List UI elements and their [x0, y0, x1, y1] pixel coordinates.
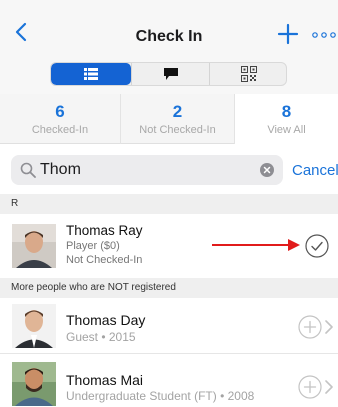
search-input[interactable]	[40, 161, 250, 179]
more-dots-icon[interactable]	[311, 31, 338, 39]
plus-icon[interactable]	[276, 22, 300, 46]
view-all-count: 8	[281, 102, 292, 121]
tab-view-all[interactable]: 8 View All	[234, 94, 338, 144]
search-field[interactable]	[11, 155, 283, 185]
not-checked-in-count: 2	[172, 102, 183, 121]
qr-code-icon	[240, 66, 257, 82]
checked-in-label: Checked-In	[31, 124, 89, 136]
chevron-right-icon	[325, 320, 333, 334]
search-icon	[20, 162, 36, 178]
cancel-button[interactable]: Cancel	[292, 162, 338, 179]
add-person-button[interactable]	[298, 315, 322, 339]
segment-chat[interactable]	[131, 63, 209, 85]
checkin-status: Not Checked-In	[66, 254, 143, 266]
annotation-arrow-icon	[212, 239, 300, 251]
person-detail: Guest • 2015	[66, 330, 136, 344]
not-checked-in-label: Not Checked-In	[139, 124, 216, 136]
person-detail: Undergraduate Student (FT) • 2008	[66, 389, 255, 403]
checked-in-count: 6	[55, 102, 65, 121]
list-item[interactable]: Thomas Day Guest • 2015	[0, 298, 338, 354]
section-header-unregistered: More people who are NOT registered	[0, 278, 338, 298]
section-header-registered: R	[0, 194, 338, 214]
avatar	[12, 362, 56, 406]
list-item[interactable]: Thomas Ray Player ($0) Not Checked-In	[0, 214, 338, 278]
search-bar: Cancel	[0, 144, 338, 192]
list-item[interactable]: Thomas Mai Undergraduate Student (FT) • …	[0, 356, 338, 407]
person-name: Thomas Mai	[66, 372, 144, 388]
avatar	[12, 304, 56, 348]
list-icon	[84, 68, 98, 80]
person-name: Thomas Ray	[66, 223, 143, 238]
view-all-label: View All	[267, 124, 306, 136]
view-segmented-control	[0, 56, 338, 94]
clear-icon[interactable]	[260, 163, 274, 177]
segment-qr[interactable]	[209, 63, 286, 85]
chevron-right-icon	[325, 380, 333, 394]
tab-checked-in[interactable]: 6 Checked-In	[0, 94, 120, 144]
nav-bar: Check In	[0, 0, 338, 56]
avatar	[12, 224, 56, 268]
person-role: Player ($0)	[66, 240, 120, 252]
tab-not-checked-in[interactable]: 2 Not Checked-In	[120, 94, 234, 144]
person-name: Thomas Day	[66, 312, 146, 328]
check-in-button[interactable]	[305, 234, 329, 258]
segment-group	[50, 62, 287, 86]
chat-icon	[163, 68, 178, 80]
stats-tabs: 6 Checked-In 2 Not Checked-In 8 View All	[0, 94, 338, 144]
add-person-button[interactable]	[298, 375, 322, 399]
segment-list[interactable]	[51, 63, 131, 85]
